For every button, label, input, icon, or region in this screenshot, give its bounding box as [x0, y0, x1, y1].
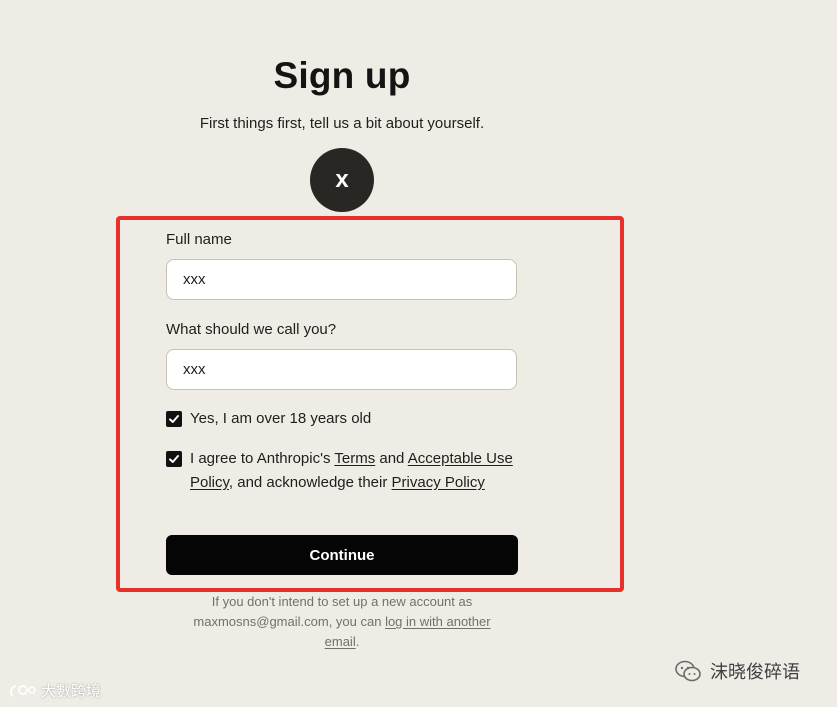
nickname-input[interactable]	[166, 349, 517, 390]
age-checkbox-label[interactable]: Yes, I am over 18 years old	[190, 407, 371, 431]
avatar: x	[310, 148, 374, 212]
nickname-label: What should we call you?	[166, 321, 337, 338]
avatar-initial: x	[335, 166, 349, 193]
agreement-and: and	[375, 450, 408, 467]
footer-line2: , you can	[328, 614, 386, 629]
agreement-checkbox-label: I agree to Anthropic's Terms and Accepta…	[190, 447, 520, 495]
footer-line1: If you don't intend to set up a new acco…	[211, 594, 473, 609]
agreement-prefix: I agree to Anthropic's	[190, 450, 335, 467]
watermark-right: 沫晓俊碎语	[674, 658, 800, 684]
agreement-checkbox[interactable]	[166, 451, 182, 467]
footer-period: .	[355, 634, 360, 649]
agreement-middle: , and acknowledge their	[228, 474, 392, 491]
logo-icon	[10, 684, 36, 696]
age-checkbox[interactable]	[166, 411, 182, 427]
full-name-input[interactable]	[166, 259, 517, 300]
page-title: Sign up	[273, 55, 411, 96]
watermark-left-text: 大數跨境	[41, 683, 102, 700]
full-name-label: Full name	[166, 231, 232, 248]
privacy-policy-link[interactable]: Privacy Policy	[392, 474, 485, 491]
footer-email: maxmosns@gmail.com	[193, 614, 329, 629]
continue-button[interactable]: Continue	[166, 535, 518, 575]
checkmark-icon	[169, 455, 179, 463]
watermark-right-text: 沫晓俊碎语	[710, 662, 800, 682]
checkmark-icon	[169, 415, 179, 423]
watermark-left: 大數跨境	[8, 680, 101, 701]
page-subtitle: First things first, tell us a bit about …	[199, 115, 485, 132]
terms-link[interactable]: Terms	[334, 450, 375, 467]
wechat-icon	[675, 660, 701, 682]
footer-note: If you don't intend to set up a new acco…	[182, 592, 502, 652]
